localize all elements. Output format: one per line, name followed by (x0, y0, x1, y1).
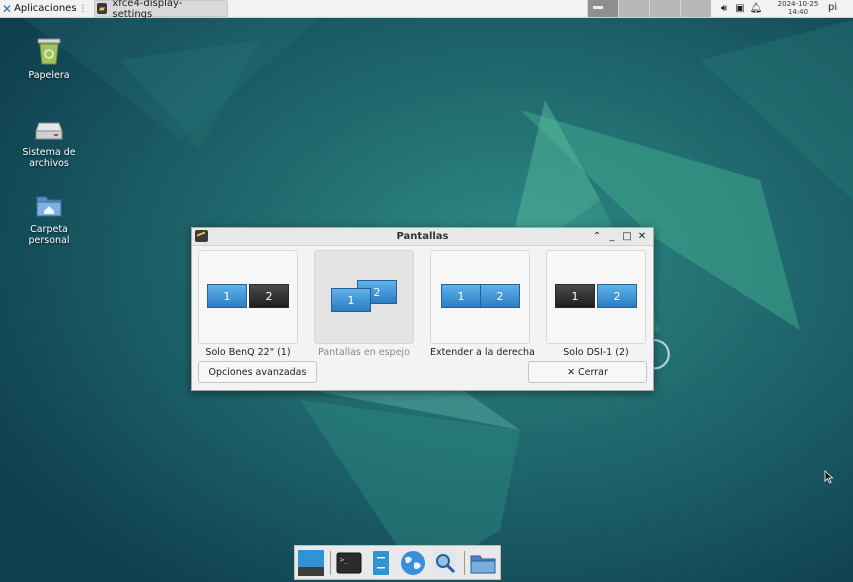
option-card: 2 1 (314, 250, 414, 344)
terminal-icon: >_ (336, 552, 362, 573)
search-launcher[interactable] (431, 549, 459, 577)
display-mode-options: 1 2 Solo BenQ 22" (1) 2 1 Pantallas en e… (198, 250, 646, 358)
monitor-2-icon: 2 (480, 284, 520, 308)
globe-icon (401, 550, 425, 575)
option-mirror[interactable]: 2 1 Pantallas en espejo (314, 250, 414, 358)
monitor-2-icon: 2 (597, 284, 637, 308)
close-button-label: Cerrar (578, 366, 608, 378)
workspace-2[interactable] (618, 0, 649, 17)
home-folder-icon (34, 190, 64, 220)
applications-label: Aplicaciones (14, 3, 77, 14)
volume-icon[interactable]: 🔊︎ (716, 3, 732, 14)
close-button[interactable]: ✕ Cerrar (528, 361, 647, 383)
shade-window-icon[interactable]: ⌃ (590, 230, 604, 243)
dock-separator (464, 550, 465, 575)
display-settings-icon: ▰ (96, 3, 108, 14)
monitor-1-icon: 1 (207, 284, 247, 308)
option-label: Extender a la derecha (430, 347, 535, 358)
drive-icon (34, 113, 64, 143)
clock[interactable]: 2024-10-25 14:40 (773, 0, 823, 17)
system-tray: 🔊︎ ▣ 🔔︎ (716, 0, 764, 17)
web-browser-launcher[interactable] (399, 549, 427, 577)
option-card: 1 2 (546, 250, 646, 344)
workspace-4[interactable] (680, 0, 711, 17)
close-icon: ✕ (567, 366, 576, 378)
folder-launcher[interactable] (469, 549, 497, 577)
option-solo-dsi[interactable]: 1 2 Solo DSI-1 (2) (546, 250, 646, 358)
dock-separator (330, 550, 331, 575)
monitor-1-icon: 1 (331, 288, 371, 312)
advanced-options-button[interactable]: Opciones avanzadas (198, 361, 317, 383)
taskbar-button-display-settings[interactable]: ▰ xfce4-display-settings (93, 0, 228, 20)
monitor-1-icon: 1 (441, 284, 481, 308)
close-window-icon[interactable]: ✕ (635, 230, 649, 243)
panel-separator-icon: ⋮ (78, 3, 88, 14)
folder-icon (470, 555, 496, 573)
window-titlebar[interactable]: Pantallas ⌃ _ □ ✕ (192, 228, 653, 246)
desktop-icon-label: Sistema de archivos (22, 147, 76, 169)
option-card: 1 2 (198, 250, 298, 344)
top-panel: ✕ Aplicaciones ⋮ ▰ xfce4-display-setting… (0, 0, 853, 20)
file-manager-launcher[interactable] (367, 549, 395, 577)
trash-icon (34, 36, 64, 66)
svg-text:>_: >_ (340, 556, 349, 564)
desktop-icon-trash[interactable]: Papelera (14, 36, 84, 81)
terminal-launcher[interactable]: >_ (335, 549, 363, 577)
option-card: 1 2 (430, 250, 530, 344)
option-solo-benq[interactable]: 1 2 Solo BenQ 22" (1) (198, 250, 298, 358)
user-menu[interactable]: pi (828, 2, 837, 13)
display-settings-window: Pantallas ⌃ _ □ ✕ 1 2 Solo BenQ 22" (1) … (191, 227, 654, 391)
show-desktop-button[interactable] (297, 549, 325, 577)
workspace-switcher (587, 0, 711, 17)
applications-menu[interactable]: ✕ Aplicaciones ⋮ (0, 0, 90, 17)
dock-panel: >_ (294, 545, 501, 580)
clock-time: 14:40 (787, 8, 809, 16)
mouse-pointer-icon (824, 470, 834, 484)
notification-bell-icon[interactable]: 🔔︎ (748, 3, 764, 14)
monitor-2-icon: 2 (249, 284, 289, 308)
option-label: Solo DSI-1 (2) (563, 347, 629, 358)
show-desktop-icon (298, 549, 324, 576)
option-extend-right[interactable]: 1 2 Extender a la derecha (430, 250, 535, 358)
desktop-icon-filesystem[interactable]: Sistema de archivos (14, 113, 84, 169)
minimize-window-icon[interactable]: _ (605, 230, 619, 243)
advanced-options-label: Opciones avanzadas (208, 366, 307, 378)
search-icon (433, 550, 457, 575)
option-label: Pantallas en espejo (318, 347, 410, 358)
clipboard-icon[interactable]: ▣ (732, 3, 748, 14)
taskbar-label: xfce4-display-settings (112, 0, 183, 20)
desktop-icon-home[interactable]: Carpeta personal (14, 190, 84, 246)
workspace-3[interactable] (649, 0, 680, 17)
monitor-1-icon: 1 (555, 284, 595, 308)
desktop-icon-label: Papelera (28, 70, 70, 81)
workspace-1[interactable] (587, 0, 618, 17)
window-title: Pantallas (396, 231, 449, 242)
clock-date: 2024-10-25 (777, 0, 819, 8)
option-label: Solo BenQ 22" (1) (205, 347, 291, 358)
desktop-icon-label: Carpeta personal (28, 224, 70, 246)
xfce-logo-icon: ✕ (2, 1, 13, 16)
maximize-window-icon[interactable]: □ (620, 230, 634, 243)
files-icon (373, 550, 389, 575)
